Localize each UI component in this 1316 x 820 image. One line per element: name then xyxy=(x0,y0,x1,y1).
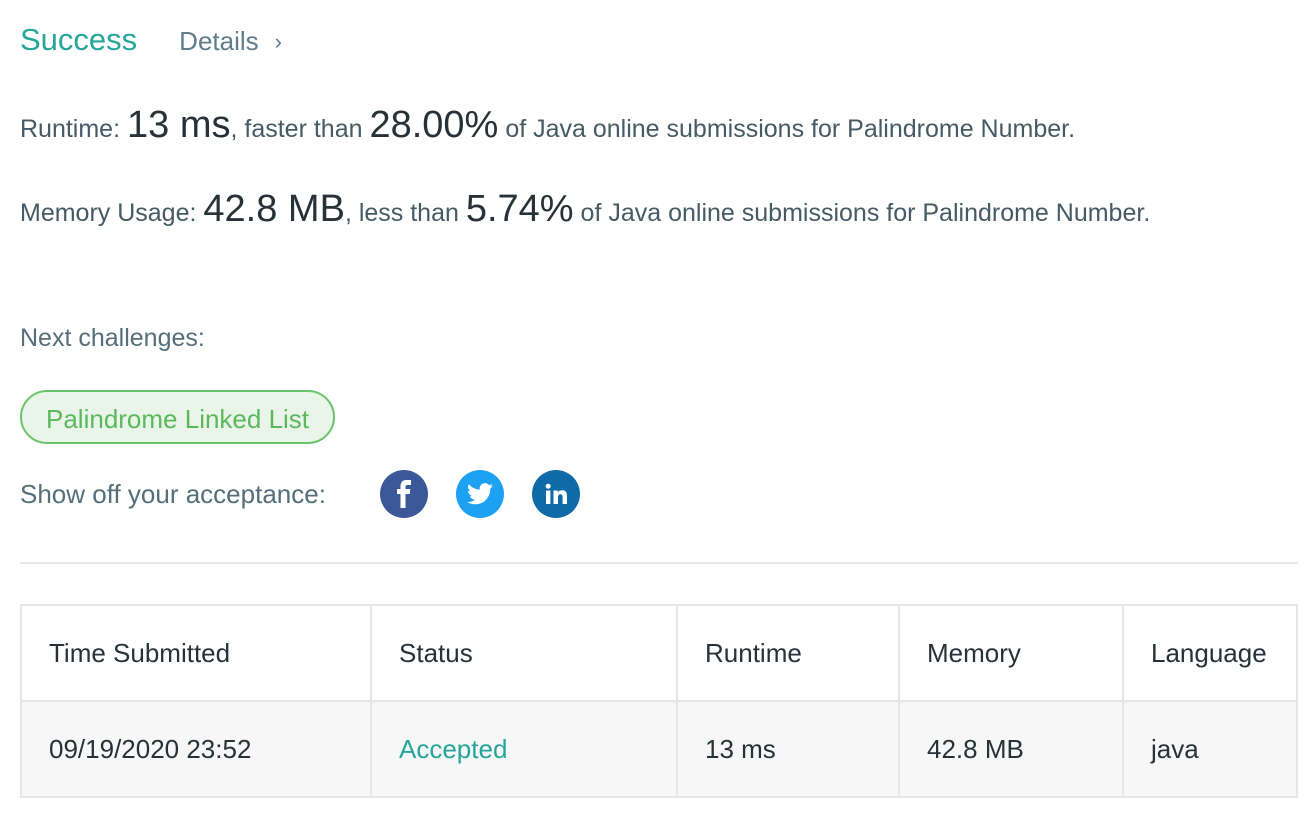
runtime-label: Runtime: xyxy=(20,115,121,143)
column-header-status: Status xyxy=(370,604,678,702)
cell-status: Accepted xyxy=(370,700,678,798)
facebook-icon[interactable] xyxy=(379,470,428,518)
cell-time-submitted: 09/19/2020 23:52 xyxy=(20,700,372,798)
column-header-language: Language xyxy=(1122,604,1298,702)
cell-language: java xyxy=(1122,700,1298,798)
next-challenges-label: Next challenges: xyxy=(20,324,205,352)
details-link[interactable]: Details › xyxy=(179,26,282,57)
share-label: Show off your acceptance: xyxy=(20,478,326,509)
twitter-icon[interactable] xyxy=(455,470,504,518)
result-header: Success Details › xyxy=(20,22,282,58)
column-header-memory: Memory xyxy=(898,604,1124,702)
column-header-time-submitted: Time Submitted xyxy=(20,604,372,702)
table-header-row: Time Submitted Status Runtime Memory Lan… xyxy=(20,604,1298,702)
chevron-right-icon[interactable]: › xyxy=(275,29,282,55)
memory-connector: , less than xyxy=(344,199,459,227)
column-header-runtime: Runtime xyxy=(676,604,900,702)
memory-value: 42.8 MB xyxy=(203,188,345,230)
runtime-stat: Runtime: 13 ms, faster than 28.00% of Ja… xyxy=(20,104,1260,150)
runtime-value: 13 ms xyxy=(127,104,231,146)
section-divider xyxy=(20,562,1298,564)
submissions-table: Time Submitted Status Runtime Memory Lan… xyxy=(20,604,1298,798)
cell-runtime: 13 ms xyxy=(676,700,900,798)
status-accepted-link[interactable]: Accepted xyxy=(399,734,507,764)
status-title: Success xyxy=(20,22,138,57)
table-row: 09/19/2020 23:52 Accepted 13 ms 42.8 MB … xyxy=(20,700,1298,798)
memory-label: Memory Usage: xyxy=(20,199,197,227)
memory-stat: Memory Usage: 42.8 MB, less than 5.74% o… xyxy=(20,188,1260,234)
memory-suffix: of Java online submissions for Palindrom… xyxy=(580,199,1151,227)
runtime-suffix: of Java online submissions for Palindrom… xyxy=(505,115,1076,143)
runtime-connector: , faster than xyxy=(230,115,363,143)
memory-percent: 5.74% xyxy=(465,188,574,230)
details-label[interactable]: Details xyxy=(179,26,258,57)
cell-memory: 42.8 MB xyxy=(898,700,1124,798)
runtime-percent: 28.00% xyxy=(369,104,499,146)
challenge-palindrome-linked-list[interactable]: Palindrome Linked List xyxy=(20,390,336,444)
submission-result-page: Success Details › Runtime: 13 ms, faster… xyxy=(0,0,1316,820)
linkedin-icon[interactable] xyxy=(531,470,580,518)
share-row: Show off your acceptance: xyxy=(20,470,580,518)
